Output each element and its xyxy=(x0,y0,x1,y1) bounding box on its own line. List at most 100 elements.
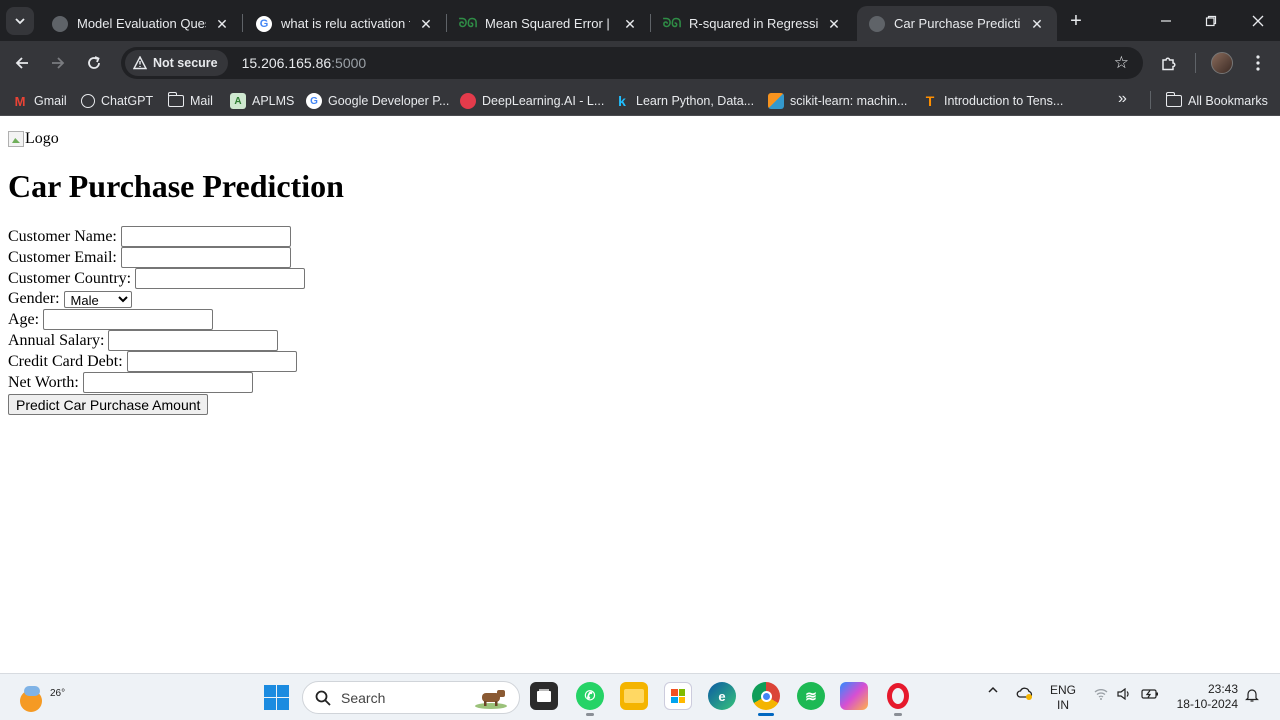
task-view-button[interactable] xyxy=(530,682,558,710)
close-window-button[interactable] xyxy=(1235,0,1280,41)
close-tab-icon[interactable]: ✕ xyxy=(214,16,230,32)
weather-widget[interactable]: 26° xyxy=(18,680,65,712)
edge-button[interactable]: e xyxy=(708,682,736,710)
customer-name-input[interactable] xyxy=(120,226,291,247)
copilot-button[interactable] xyxy=(840,682,868,710)
taskbar-search[interactable]: Search xyxy=(302,681,520,714)
logo-alt-text: Logo xyxy=(25,130,59,147)
back-button[interactable] xyxy=(8,49,36,77)
google-icon: G xyxy=(256,15,272,32)
tab-title: what is relu activation fur xyxy=(281,16,410,31)
tab-search-button[interactable] xyxy=(6,7,34,35)
customer-email-input[interactable] xyxy=(120,247,291,268)
windows-logo-pane xyxy=(277,698,289,710)
tab-strip: Model Evaluation Questio ✕ G what is rel… xyxy=(0,0,1280,41)
volume-icon[interactable] xyxy=(1117,687,1131,703)
chrome-button[interactable] xyxy=(752,682,780,710)
whatsapp-button[interactable]: ✆ xyxy=(576,682,604,710)
clock[interactable]: 23:43 18-10-2024 xyxy=(1172,682,1238,712)
gender-row: Gender: Male xyxy=(8,289,305,309)
tab-separator xyxy=(446,14,447,32)
tab-separator xyxy=(650,14,651,32)
cow-illustration-icon xyxy=(475,690,507,709)
notifications-button[interactable] xyxy=(1245,687,1259,706)
bookmark-label: Gmail xyxy=(34,94,67,108)
all-bookmarks-label: All Bookmarks xyxy=(1188,94,1268,108)
wifi-icon[interactable] xyxy=(1094,688,1108,703)
opera-button[interactable] xyxy=(884,682,912,710)
running-indicator xyxy=(586,713,594,716)
tab-r-squared[interactable]: ᘐᘏ R-squared in Regression ✕ xyxy=(652,6,854,41)
url-host: 15.206.165.86 xyxy=(241,55,332,71)
minimize-button[interactable] xyxy=(1143,0,1188,41)
forward-button[interactable] xyxy=(44,49,72,77)
clock-time: 23:43 xyxy=(1207,682,1238,696)
close-tab-icon[interactable]: ✕ xyxy=(826,16,842,32)
logo-image: Logo xyxy=(8,130,59,148)
bookmark-chatgpt[interactable]: ChatGPT xyxy=(81,91,153,111)
browser-menu-button[interactable] xyxy=(1244,49,1272,77)
close-icon xyxy=(1252,15,1263,26)
new-tab-button[interactable]: + xyxy=(1064,9,1088,33)
tab-model-evaluation[interactable]: Model Evaluation Questio ✕ xyxy=(40,6,243,41)
annual-salary-input[interactable] xyxy=(108,330,279,351)
profile-button[interactable] xyxy=(1208,49,1236,77)
bookmark-kaggle[interactable]: k Learn Python, Data... xyxy=(614,91,754,111)
customer-country-input[interactable] xyxy=(135,268,306,289)
age-input[interactable] xyxy=(43,309,214,330)
net-worth-input[interactable] xyxy=(82,372,253,393)
task-view-icon xyxy=(537,689,551,702)
reload-button[interactable] xyxy=(80,49,108,77)
battery-charging-icon[interactable] xyxy=(1141,687,1159,704)
bookmark-tensorflow[interactable]: T Introduction to Tens... xyxy=(922,91,1064,111)
windows-logo-pane xyxy=(264,685,276,697)
tab-car-purchase-prediction[interactable]: Car Purchase Prediction ✕ xyxy=(857,6,1057,41)
bookmark-star-icon[interactable]: ☆ xyxy=(1114,53,1129,73)
credit-card-debt-label: Credit Card Debt: xyxy=(8,352,123,370)
file-explorer-button[interactable] xyxy=(620,682,648,710)
browser-toolbar: Not secure 15.206.165.86:5000 ☆ xyxy=(0,41,1280,85)
tab-mean-squared-error[interactable]: ᘐᘏ Mean Squared Error | Del ✕ xyxy=(448,6,651,41)
globe-icon xyxy=(52,15,68,32)
close-tab-icon[interactable]: ✕ xyxy=(622,16,638,32)
bookmark-label: Introduction to Tens... xyxy=(944,94,1064,108)
chevron-down-icon xyxy=(15,18,25,25)
net-worth-row: Net Worth: xyxy=(8,372,305,393)
all-bookmarks-button[interactable]: All Bookmarks xyxy=(1165,91,1268,111)
language-indicator[interactable]: ENG IN xyxy=(1050,683,1076,713)
close-tab-icon[interactable]: ✕ xyxy=(418,16,434,32)
customer-email-label: Customer Email: xyxy=(8,248,117,266)
tab-title: R-squared in Regression xyxy=(689,16,818,31)
bookmark-gmail[interactable]: M Gmail xyxy=(12,91,67,111)
chevron-double-right-icon[interactable]: » xyxy=(1118,90,1127,108)
notification-bell-icon xyxy=(1245,689,1259,702)
bookmark-label: Google Developer P... xyxy=(328,94,450,108)
predict-button[interactable]: Predict Car Purchase Amount xyxy=(8,394,209,415)
extensions-button[interactable] xyxy=(1155,49,1183,77)
tab-relu-search[interactable]: G what is relu activation fur ✕ xyxy=(244,6,447,41)
address-bar[interactable]: Not secure 15.206.165.86:5000 ☆ xyxy=(121,47,1143,79)
bookmark-label: scikit-learn: machin... xyxy=(790,94,908,108)
bookmark-label: DeepLearning.AI - L... xyxy=(482,94,605,108)
tab-separator xyxy=(242,14,243,32)
bookmark-google-developer[interactable]: G Google Developer P... xyxy=(306,91,449,111)
language-code: ENG xyxy=(1050,683,1077,697)
microsoft-store-button[interactable] xyxy=(664,682,692,710)
gender-select[interactable]: Male xyxy=(63,290,132,308)
onedrive-button[interactable] xyxy=(1016,686,1034,703)
bookmark-scikit-learn[interactable]: scikit-learn: machin... xyxy=(768,91,907,111)
tab-title: Model Evaluation Questio xyxy=(77,16,206,31)
bookmark-aplms[interactable]: A APLMS xyxy=(230,91,294,111)
bookmark-deeplearning-ai[interactable]: DeepLearning.AI - L... xyxy=(460,91,604,111)
reload-icon xyxy=(88,56,100,69)
close-tab-icon[interactable]: ✕ xyxy=(1029,16,1045,32)
restore-button[interactable] xyxy=(1188,0,1233,41)
spotify-button[interactable]: ≋ xyxy=(797,682,825,710)
site-security-chip[interactable]: Not secure xyxy=(125,50,228,76)
show-hidden-icons-button[interactable] xyxy=(987,684,999,699)
url-text[interactable]: 15.206.165.86:5000 xyxy=(242,55,367,71)
bookmark-mail[interactable]: Mail xyxy=(167,91,213,111)
aplms-icon: A xyxy=(230,93,246,109)
credit-card-debt-input[interactable] xyxy=(126,351,297,372)
start-button[interactable] xyxy=(264,685,289,710)
